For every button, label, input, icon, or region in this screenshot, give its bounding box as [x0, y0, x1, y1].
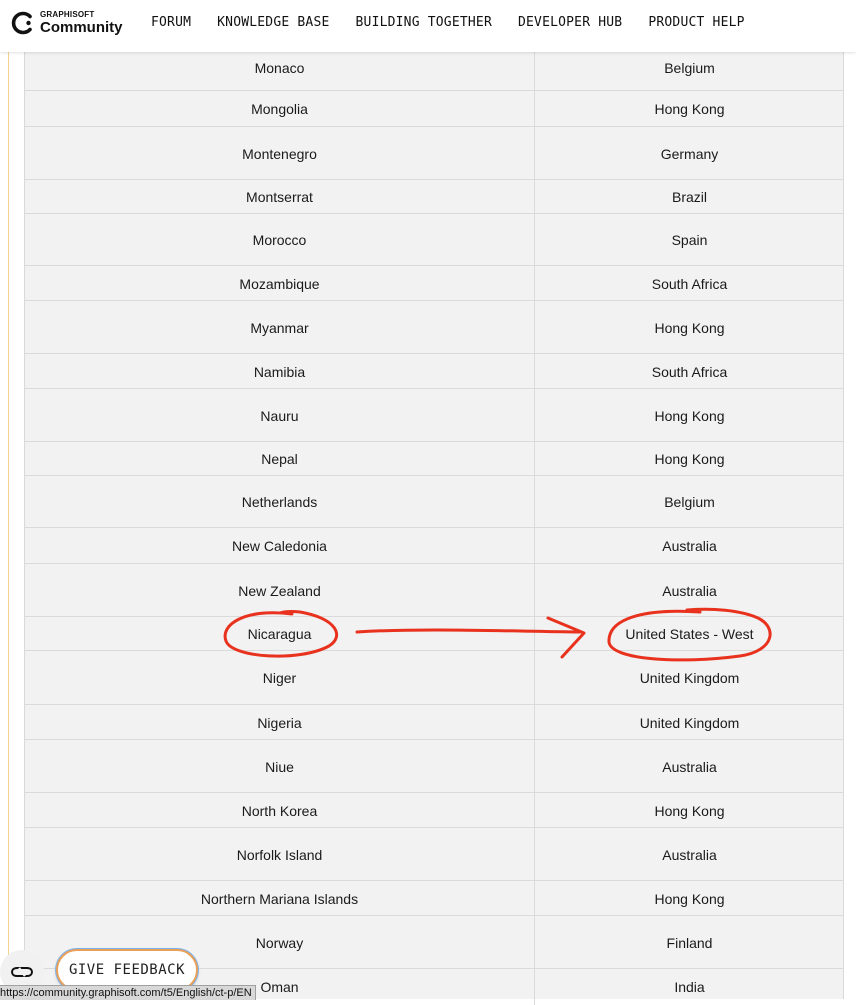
infinity-icon [10, 967, 34, 977]
country-cell: Montserrat [246, 189, 313, 205]
logo-community-text: Community [40, 19, 123, 36]
table-row: Nigeria United Kingdom [25, 704, 843, 740]
table-row: Myanmar Hong Kong [25, 300, 843, 354]
nav-developer-hub[interactable]: DEVELOPER HUB [518, 15, 622, 30]
table-row: Northern Mariana Islands Hong Kong [25, 880, 843, 916]
table-row: Nauru Hong Kong [25, 388, 843, 442]
table-row: Niue Australia [25, 739, 843, 793]
main-nav: FORUM KNOWLEDGE BASE BUILDING TOGETHER D… [151, 0, 771, 45]
country-cell: Myanmar [250, 319, 309, 336]
region-cell: Hong Kong [534, 301, 844, 354]
country-cell: Morocco [252, 232, 307, 248]
country-cell: North Korea [241, 802, 318, 819]
country-cell: Namibia [253, 363, 306, 380]
region-cell: Germany [534, 127, 844, 180]
region-cell: Australia [534, 828, 844, 881]
region-cell: United Kingdom [534, 705, 844, 740]
region-cell: Hong Kong [534, 881, 844, 916]
table-row: Mongolia Hong Kong [25, 90, 843, 127]
site-header: GRAPHISOFT Community FORUM KNOWLEDGE BAS… [0, 0, 856, 52]
region-cell: Hong Kong [534, 442, 844, 476]
country-cell: Mozambique [239, 275, 320, 292]
status-bar-url: https://community.graphisoft.com/t5/Engl… [0, 985, 256, 1000]
nav-knowledge-base[interactable]: KNOWLEDGE BASE [217, 15, 329, 30]
country-cell: Montenegro [242, 145, 317, 162]
table-row: Norfolk Island Australia [25, 827, 843, 881]
country-cell: Nepal [261, 451, 298, 467]
country-cell: Northern Mariana Islands [200, 890, 359, 907]
table-row: Nicaragua United States - West [25, 616, 843, 651]
country-cell: Netherlands [241, 494, 318, 510]
table-row: Mozambique South Africa [25, 265, 843, 301]
table-row: Namibia South Africa [25, 353, 843, 389]
region-cell: United States - West [534, 617, 844, 651]
region-cell: Hong Kong [534, 389, 844, 442]
country-region-table: Monaco Belgium Mongolia Hong Kong Monten… [24, 0, 844, 1005]
region-cell: Hong Kong [534, 793, 844, 828]
nav-product-help[interactable]: PRODUCT HELP [648, 15, 744, 30]
region-cell: Finland [534, 916, 844, 969]
region-cell: Spain [534, 214, 844, 266]
country-cell: Niger [262, 670, 297, 686]
table-row: New Caledonia Australia [25, 527, 843, 564]
nav-building-together[interactable]: BUILDING TOGETHER [356, 15, 492, 30]
region-cell: United Kingdom [534, 651, 844, 705]
country-cell: New Zealand [238, 582, 321, 599]
region-cell: Australia [534, 528, 844, 564]
region-cell: Belgium [534, 476, 844, 528]
site-logo[interactable]: GRAPHISOFT Community [9, 10, 123, 36]
country-cell: Nicaragua [247, 626, 312, 642]
region-cell: South Africa [534, 354, 844, 389]
graphisoft-logo-icon [11, 11, 32, 35]
table-row: Nepal Hong Kong [25, 441, 843, 476]
table-row: New Zealand Australia [25, 563, 843, 617]
logo-brand-text: GRAPHISOFT [40, 10, 95, 19]
region-cell: Brazil [534, 180, 844, 214]
table-row: Morocco Spain [25, 213, 843, 266]
table-row: Montenegro Germany [25, 126, 843, 180]
country-cell: Nauru [260, 407, 299, 424]
region-cell: South Africa [534, 266, 844, 301]
region-cell: Hong Kong [534, 91, 844, 127]
region-cell: India [534, 969, 844, 1005]
country-cell: New Caledonia [232, 538, 327, 554]
region-cell: Australia [534, 564, 844, 617]
table-row: North Korea Hong Kong [25, 792, 843, 828]
left-accent-strip [0, 52, 9, 999]
table-row: Montserrat Brazil [25, 179, 843, 214]
table-row: Niger United Kingdom [25, 650, 843, 705]
table-row: Netherlands Belgium [25, 475, 843, 528]
country-cell: Nigeria [257, 714, 302, 731]
nav-forum[interactable]: FORUM [151, 15, 191, 30]
country-cell: Norfolk Island [236, 846, 323, 863]
region-cell: Australia [534, 740, 844, 793]
country-cell: Mongolia [251, 101, 308, 117]
country-cell: Niue [265, 758, 294, 775]
